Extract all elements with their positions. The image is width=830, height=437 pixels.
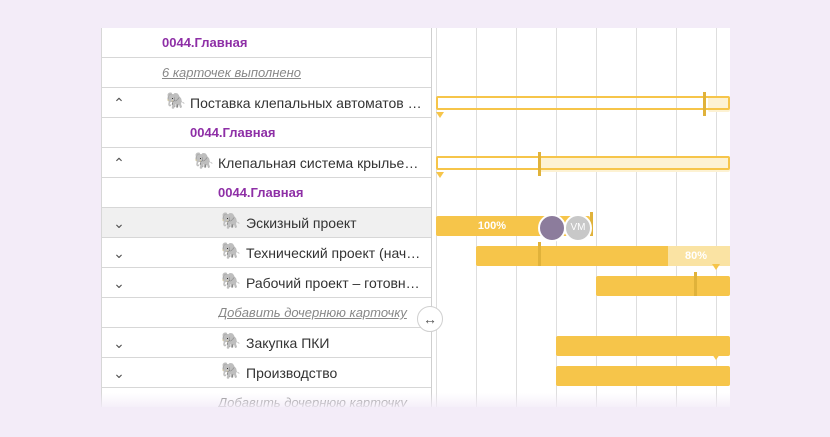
elephant-icon: 🐘 — [221, 243, 241, 260]
gantt-bar-notch — [712, 354, 720, 360]
group-header-row: 0044.Главная — [102, 28, 432, 58]
elephant-icon: 🐘 — [221, 333, 241, 350]
task-row[interactable]: ⌃ 🐘 Клепальная система крылье… — [102, 148, 432, 178]
gantt-bar-notch — [436, 172, 444, 178]
elephant-icon: 🐘 — [221, 213, 241, 230]
task-label[interactable]: Производство — [246, 358, 430, 388]
progress-label: 80% — [684, 250, 708, 262]
gantt-panel: 0044.Главная 6 карточек выполнено ⌃ 🐘 По… — [101, 28, 730, 407]
progress-label: 100% — [477, 220, 507, 232]
task-label[interactable]: Закупка ПКИ — [246, 328, 430, 358]
group-header-label[interactable]: 0044.Главная — [162, 28, 247, 58]
gantt-timeline: 100% VM 80% — [432, 28, 730, 407]
task-row[interactable]: ⌄ 🐘 Производство — [102, 358, 432, 388]
elephant-icon: 🐘 — [221, 363, 241, 380]
group-header-label[interactable]: 0044.Главная — [190, 118, 275, 148]
task-row[interactable]: ⌄ 🐘 Закупка ПКИ — [102, 328, 432, 358]
elephant-icon: 🐘 — [221, 273, 241, 290]
task-label[interactable]: Поставка клепальных автоматов … — [190, 88, 430, 118]
task-row-selected[interactable]: ⌄ 🐘 Эскизный проект — [102, 208, 432, 238]
expand-caret-icon[interactable]: ⌄ — [110, 214, 128, 232]
expand-caret-icon[interactable]: ⌄ — [110, 244, 128, 262]
gantt-bar-summary[interactable] — [436, 156, 730, 170]
gantt-milestone-marker — [538, 152, 541, 176]
task-row[interactable]: ⌄ 🐘 Рабочий проект – готовн… — [102, 268, 432, 298]
gantt-bar-notch — [436, 112, 444, 118]
elephant-icon: 🐘 — [194, 153, 214, 170]
task-label[interactable]: Эскизный проект — [246, 208, 430, 238]
expand-caret-icon[interactable]: ⌄ — [110, 364, 128, 382]
group-header-label[interactable]: 0044.Главная — [218, 178, 303, 208]
expand-caret-icon[interactable]: ⌄ — [110, 334, 128, 352]
user-avatar-photo[interactable] — [538, 214, 566, 242]
resize-handle-icon[interactable]: ↔ — [417, 306, 443, 332]
task-tree: 0044.Главная 6 карточек выполнено ⌃ 🐘 По… — [101, 28, 432, 407]
gantt-bar-production[interactable] — [556, 366, 730, 386]
collapse-caret-icon[interactable]: ⌃ — [110, 94, 128, 112]
gantt-bar-working[interactable] — [596, 276, 730, 296]
expand-caret-icon[interactable]: ⌄ — [110, 274, 128, 292]
task-label[interactable]: Рабочий проект – готовн… — [246, 268, 430, 298]
task-row[interactable]: ⌃ 🐘 Поставка клепальных автоматов … — [102, 88, 432, 118]
group-header-row: 0044.Главная — [102, 178, 432, 208]
elephant-icon: 🐘 — [166, 93, 186, 110]
task-row[interactable]: ⌄ 🐘 Технический проект (нач… — [102, 238, 432, 268]
gantt-milestone-marker — [538, 242, 541, 266]
gantt-milestone-marker — [703, 92, 706, 116]
gantt-milestone-marker — [694, 272, 697, 296]
task-label[interactable]: Клепальная система крылье… — [218, 148, 430, 178]
task-label[interactable]: Технический проект (нач… — [246, 238, 430, 268]
user-avatar-initials[interactable]: VM — [564, 214, 592, 242]
group-header-row: 0044.Главная — [102, 118, 432, 148]
gantt-bar-purchase[interactable] — [556, 336, 730, 356]
add-child-card-link[interactable]: Добавить дочернюю карточку — [218, 298, 430, 328]
completed-summary-row: 6 карточек выполнено — [102, 58, 432, 88]
completed-summary-link[interactable]: 6 карточек выполнено — [162, 58, 301, 88]
gantt-bar-notch — [712, 264, 720, 270]
add-child-row: Добавить дочернюю карточку — [102, 298, 432, 328]
bottom-fade — [101, 393, 730, 413]
gantt-bar-summary[interactable] — [436, 96, 730, 110]
collapse-caret-icon[interactable]: ⌃ — [110, 154, 128, 172]
